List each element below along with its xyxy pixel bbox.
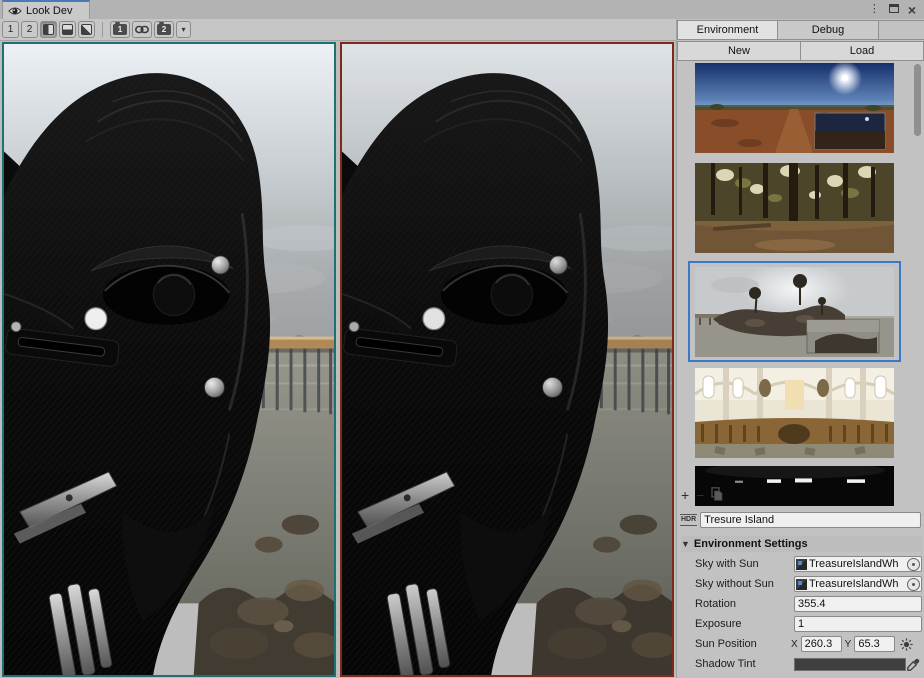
single-view2-button[interactable]: 2 [21,21,38,38]
sun-icon [900,638,913,651]
camera2-icon: 2 [157,24,171,35]
hdri-preview-image [695,466,894,506]
sun-position-label: Sun Position [695,638,757,650]
duplicate-environment-button[interactable] [711,487,723,503]
panel-tabs: Environment Debug [677,20,924,40]
sky-with-sun-label: Sky with Sun [695,558,759,570]
shadow-tint-label: Shadow Tint [695,658,756,670]
sky-without-sun-field[interactable]: TreasureIslandWh [794,576,922,592]
rotation-input[interactable] [794,596,922,612]
environment-panel: Environment Debug New Load [676,19,924,678]
sun-position-row: Sun Position X Y [677,636,924,653]
split-diagonal-button[interactable] [78,21,95,38]
split-vertical-icon [43,24,54,35]
environment-list-tools: + − [681,485,723,505]
camera2-button[interactable]: 2 [154,21,174,38]
shadow-tint-row: Shadow Tint [677,656,924,673]
foldout-icon: ▼ [681,539,690,549]
split-diagonal-icon [81,24,92,35]
hdri-preview-image [695,267,894,357]
sun-y-label: Y [845,639,852,650]
render-view-1 [4,44,334,675]
load-button[interactable]: Load [801,41,924,61]
camera1-icon: 1 [113,24,127,35]
sky-without-sun-value: TreasureIslandWh [809,578,905,590]
environment-settings-header[interactable]: ▼ Environment Settings [681,536,922,552]
remove-environment-button[interactable]: − [696,488,704,502]
sun-x-input[interactable] [801,636,842,652]
render-view-2 [342,44,672,675]
environment-thumbnail-sunny-outback[interactable] [695,63,894,153]
view-1[interactable] [2,42,336,677]
environment-settings-title: Environment Settings [694,538,808,550]
environment-thumbnail-night[interactable] [695,466,894,506]
environment-name-input[interactable] [700,512,921,528]
panel-actions: New Load [677,41,924,61]
exposure-row: Exposure [677,616,924,633]
camera-dropdown-button[interactable]: ▾ [176,21,191,38]
hdr-badge: HDR [680,514,697,526]
exposure-input[interactable] [794,616,922,632]
cubemap-icon [796,579,807,590]
link-icon [135,25,149,34]
hdr-name-row: HDR [680,511,921,529]
view-2[interactable] [340,42,674,677]
eyedropper-icon[interactable] [907,658,920,671]
tab-environment[interactable]: Environment [677,20,778,40]
cubemap-icon [796,559,807,570]
sky-with-sun-field[interactable]: TreasureIslandWh [794,556,922,572]
pick-sun-position-button[interactable] [898,636,914,652]
close-icon[interactable]: × [908,3,916,17]
split-horizontal-icon [62,24,73,35]
sky-without-sun-row: Sky without Sun TreasureIslandWh [677,576,924,593]
sky-with-sun-row: Sky with Sun TreasureIslandWh [677,556,924,573]
thumbnail-scrollbar[interactable] [914,64,921,136]
maximize-icon[interactable] [889,4,899,16]
single-view1-button[interactable]: 1 [2,21,19,38]
environment-thumbnail-church[interactable] [695,368,894,458]
environment-thumbnail-forest[interactable] [695,163,894,253]
lookdev-window: Look Dev ⋮ × 1 2 1 2 ▾ Environment [0,0,924,678]
window-menu-icon[interactable]: ⋮ [869,4,880,15]
rotation-row: Rotation [677,596,924,613]
sun-y-input[interactable] [854,636,895,652]
duplicate-icon [711,487,723,501]
hdri-preview-image [695,163,894,253]
eye-icon [8,6,22,16]
rotation-label: Rotation [695,598,736,610]
window-title: Look Dev [26,5,72,17]
split-horizontal-button[interactable] [59,21,76,38]
tab-debug[interactable]: Debug [778,20,879,40]
shadow-tint-swatch[interactable] [794,658,906,671]
titlebar: Look Dev ⋮ × [0,0,924,19]
object-picker-icon[interactable] [907,558,920,571]
new-button[interactable]: New [677,41,801,61]
viewport [0,41,676,678]
environment-thumbnail-treasure-island[interactable] [695,267,894,357]
toolbar-separator [102,22,103,37]
add-environment-button[interactable]: + [681,488,689,502]
tab-filler [879,20,924,40]
window-controls: ⋮ × [869,0,916,19]
sky-without-sun-label: Sky without Sun [695,578,774,590]
object-picker-icon[interactable] [907,578,920,591]
lookdev-tab[interactable]: Look Dev [2,0,90,19]
exposure-label: Exposure [695,618,741,630]
hdri-preview-image [695,63,894,153]
link-cameras-button[interactable] [132,21,152,38]
sun-x-label: X [791,639,798,650]
sky-with-sun-value: TreasureIslandWh [809,558,905,570]
hdri-preview-image [695,368,894,458]
lookdev-toolbar: 1 2 1 2 ▾ [0,19,676,41]
camera1-button[interactable]: 1 [110,21,130,38]
split-vertical-button[interactable] [40,21,57,38]
